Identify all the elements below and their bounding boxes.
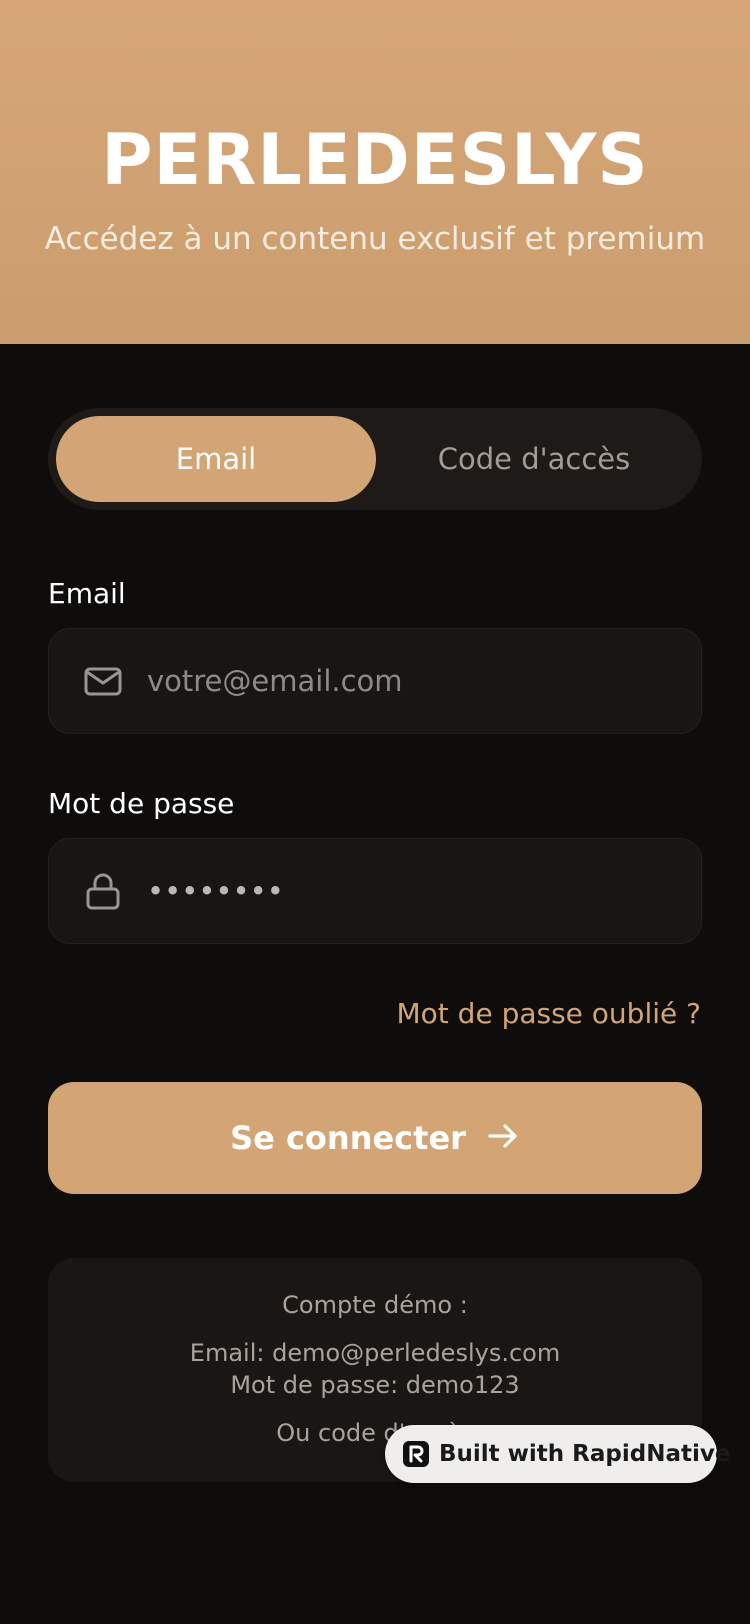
hero-header: PERLEDESLYS Accédez à un contenu exclusi…: [0, 0, 750, 344]
rapidnative-logo-icon: [403, 1441, 429, 1467]
built-with-label: Built with RapidNative: [439, 1441, 731, 1467]
demo-password: Mot de passe: demo123: [230, 1371, 520, 1399]
brand-title: PERLEDESLYS: [101, 119, 649, 201]
email-label: Email: [48, 577, 126, 610]
built-with-badge[interactable]: Built with RapidNative: [385, 1425, 730, 1483]
login-screen: PERLEDESLYS Accédez à un contenu exclusi…: [0, 0, 750, 1624]
forgot-password-link[interactable]: Mot de passe oublié ?: [397, 994, 702, 1034]
password-value: ••••••••: [147, 874, 284, 908]
arrow-right-icon: [486, 1119, 520, 1157]
tab-email[interactable]: Email: [56, 416, 376, 502]
email-placeholder: votre@email.com: [147, 664, 403, 698]
demo-email: Email: demo@perledeslys.com: [189, 1339, 561, 1367]
login-method-tabs: Email Code d'accès: [48, 408, 702, 510]
mail-icon: [83, 661, 123, 701]
login-button[interactable]: Se connecter: [48, 1082, 702, 1194]
password-label: Mot de passe: [48, 787, 235, 820]
tab-access-code[interactable]: Code d'accès: [374, 416, 694, 502]
login-button-label: Se connecter: [230, 1119, 466, 1157]
password-field[interactable]: ••••••••: [48, 838, 702, 944]
email-field[interactable]: votre@email.com: [48, 628, 702, 734]
lock-icon: [83, 871, 123, 911]
brand-tagline: Accédez à un contenu exclusif et premium: [44, 221, 706, 257]
demo-title: Compte démo :: [282, 1291, 468, 1319]
